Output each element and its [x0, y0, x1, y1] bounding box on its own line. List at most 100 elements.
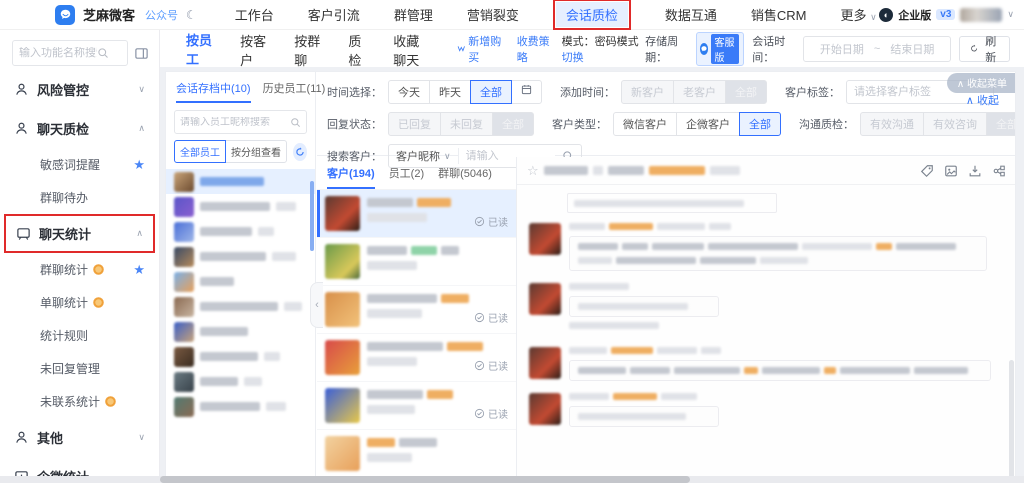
mode-switch-link[interactable]: 切换	[562, 52, 584, 64]
nav-item-marketing-fission[interactable]: 营销裂变	[467, 5, 519, 24]
sidebar-group-chat-qc[interactable]: 聊天质检 ∧	[0, 109, 159, 148]
nav-item-workbench[interactable]: 工作台	[235, 5, 274, 24]
nav-item-more[interactable]: 更多 ∨	[840, 5, 876, 24]
tab-groups[interactable]: 群聊(5046)	[438, 165, 492, 189]
comm-qc-label: 沟通质检：	[799, 116, 854, 132]
message-bubble[interactable]	[569, 406, 719, 427]
type-all-button[interactable]: 全部	[739, 112, 781, 136]
employee-row[interactable]	[166, 394, 315, 419]
add-time-all-button[interactable]: 全部	[725, 80, 767, 104]
tag-icon[interactable]	[920, 164, 934, 178]
reply-replied-button[interactable]: 已回复	[388, 112, 441, 136]
employee-row[interactable]	[166, 169, 315, 194]
tab-by-customer[interactable]: 按客户	[240, 23, 268, 75]
redacted-text	[578, 303, 688, 310]
sidebar-search-input[interactable]	[19, 47, 97, 59]
image-icon[interactable]	[944, 164, 958, 178]
account-chevron-down-icon[interactable]: ∨	[1007, 9, 1014, 20]
sidebar-group-risk-control[interactable]: 风险管控 ∨	[0, 70, 159, 109]
service-icon	[700, 43, 709, 55]
horizontal-scrollbar-thumb[interactable]	[160, 476, 690, 483]
nav-item-group-management[interactable]: 群管理	[394, 5, 433, 24]
tab-history-employees[interactable]: 历史员工(11)	[263, 80, 326, 103]
sidebar-item-sensitive-words[interactable]: 敏感词提醒 ★	[0, 148, 159, 181]
redacted-text	[802, 243, 872, 250]
employee-row[interactable]	[166, 269, 315, 294]
sidebar-item-single-chat-stats[interactable]: 单聊统计	[0, 286, 159, 319]
sidebar-item-unreplied-management[interactable]: 未回复管理	[0, 352, 159, 385]
star-icon[interactable]: ★	[133, 157, 145, 173]
message-bubble[interactable]	[569, 296, 719, 317]
tab-by-group[interactable]: 按群聊	[294, 23, 322, 75]
conversation-row[interactable]	[317, 430, 516, 478]
nav-item-session-qc-highlighted[interactable]: 会话质检	[553, 0, 631, 30]
share-icon[interactable]	[992, 164, 1006, 178]
reply-all-button[interactable]: 全部	[492, 112, 534, 136]
employee-row[interactable]	[166, 244, 315, 269]
collapse-column-handle[interactable]: ‹	[310, 282, 323, 328]
official-account-link[interactable]: 公众号	[145, 7, 178, 23]
refresh-button[interactable]: 刷新	[959, 36, 1010, 62]
time-today-button[interactable]: 今天	[388, 80, 430, 104]
time-all-button[interactable]: 全部	[470, 80, 512, 104]
employee-search-input[interactable]	[180, 117, 290, 128]
nav-item-sales-crm[interactable]: 销售CRM	[751, 5, 807, 24]
download-icon[interactable]	[968, 164, 982, 178]
scrollbar[interactable]	[310, 181, 314, 251]
date-range-input[interactable]: 开始日期 ~ 结束日期	[803, 36, 951, 62]
add-time-new-button[interactable]: 新客户	[621, 80, 674, 104]
sidebar-group-chat-stats[interactable]: 聊天统计 ∧	[6, 216, 153, 251]
reply-unreplied-button[interactable]: 未回复	[440, 112, 493, 136]
employee-row[interactable]	[166, 369, 315, 394]
view-by-group-button[interactable]: 按分组查看	[225, 140, 287, 163]
employee-row[interactable]	[166, 219, 315, 244]
sync-icon[interactable]	[293, 143, 307, 161]
message-bubble[interactable]	[569, 360, 991, 381]
sidebar-item-group-chat-stats[interactable]: 群聊统计 ★	[0, 253, 159, 286]
tab-qc[interactable]: 质检	[348, 23, 367, 75]
vip-icon	[104, 395, 117, 408]
time-yesterday-button[interactable]: 昨天	[429, 80, 471, 104]
tab-favorite-chats[interactable]: 收藏聊天	[393, 23, 431, 75]
star-icon[interactable]: ★	[133, 262, 145, 278]
message-bubble[interactable]	[569, 236, 987, 271]
panel-toggle-icon[interactable]	[134, 46, 149, 61]
refresh-icon	[970, 43, 978, 54]
employee-row[interactable]	[166, 294, 315, 319]
view-all-employees-button[interactable]: 全部员工	[174, 140, 226, 163]
conversation-row[interactable]	[317, 238, 516, 286]
type-wecom-button[interactable]: 企微客户	[676, 112, 740, 136]
employee-row[interactable]	[166, 344, 315, 369]
collapse-menu-button[interactable]: ∧ 收起菜单	[947, 73, 1016, 93]
qc-all-button[interactable]: 全部	[986, 112, 1016, 136]
storage-edition-badge[interactable]: 客服版	[696, 32, 745, 66]
qc-valid-comm-button[interactable]: 有效沟通	[860, 112, 924, 136]
sidebar-item-group-todo[interactable]: 群聊待办	[0, 181, 159, 214]
conversation-row[interactable]: 已读	[317, 382, 516, 430]
tab-customers[interactable]: 客户(194)	[327, 165, 375, 189]
calendar-icon[interactable]	[511, 80, 542, 104]
sidebar-item-uncontacted-stats[interactable]: 未联系统计	[0, 385, 159, 418]
employee-row[interactable]	[166, 194, 315, 219]
avatar[interactable]	[960, 8, 1002, 22]
sidebar-item-stat-rules[interactable]: 统计规则	[0, 319, 159, 352]
nav-item-data-interop[interactable]: 数据互通	[665, 5, 717, 24]
sidebar-group-other[interactable]: 其他 ∨	[0, 418, 159, 457]
buy-more-link[interactable]: 新增购买	[457, 33, 503, 65]
scrollbar[interactable]	[1009, 360, 1014, 483]
collapse-filters-link[interactable]: ∧ 收起	[966, 92, 999, 108]
add-time-old-button[interactable]: 老客户	[673, 80, 726, 104]
conversation-row[interactable]: 已读	[317, 286, 516, 334]
qc-valid-consult-button[interactable]: 有效咨询	[923, 112, 987, 136]
employee-row[interactable]	[166, 319, 315, 344]
tab-archived-employees[interactable]: 会话存档中(10)	[176, 80, 251, 103]
pricing-link[interactable]: 收费策略	[517, 33, 552, 65]
tab-employees[interactable]: 员工(2)	[389, 165, 424, 189]
favorite-star-icon[interactable]: ☆	[527, 163, 539, 179]
nav-item-customer-acquisition[interactable]: 客户引流	[308, 5, 360, 24]
dark-mode-icon[interactable]: ☾	[186, 8, 197, 22]
type-wechat-button[interactable]: 微信客户	[613, 112, 677, 136]
conversation-row[interactable]: 已读	[317, 334, 516, 382]
conversation-row[interactable]: 已读	[317, 190, 516, 238]
redacted-text	[652, 243, 704, 250]
